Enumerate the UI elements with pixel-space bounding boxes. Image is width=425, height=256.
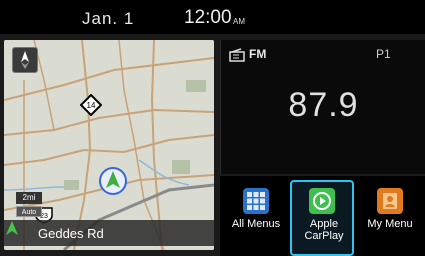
- status-bar: Jan. 1 12:00 AM: [0, 0, 425, 36]
- current-street-bar: Geddes Rd: [4, 220, 214, 246]
- vehicle-position-icon: [99, 167, 127, 195]
- apple-carplay-label: Apple CarPlay: [292, 218, 356, 242]
- clock-time: 12:00: [184, 7, 232, 28]
- clock-ampm: AM: [233, 17, 245, 26]
- carplay-icon: [309, 188, 335, 214]
- navigation-map[interactable]: 14 23 2mi Auto Geddes Rd: [4, 40, 214, 250]
- date-label: Jan. 1: [82, 9, 135, 28]
- radio-widget[interactable]: FM P1 87.9: [220, 40, 425, 174]
- my-menu-button[interactable]: My Menu: [358, 182, 422, 254]
- zoom-mode-button[interactable]: Auto: [16, 206, 42, 217]
- apple-carplay-button[interactable]: Apple CarPlay: [290, 180, 354, 256]
- radio-preset: P1: [376, 47, 391, 61]
- compass-icon: [21, 51, 29, 69]
- map-scale: 2mi Auto: [16, 192, 42, 220]
- radio-frequency: 87.9: [288, 86, 359, 124]
- all-menus-label: All Menus: [231, 218, 281, 230]
- app-shortcuts: All Menus Apple CarPlay My Menu: [220, 176, 425, 256]
- scale-value: 2mi: [16, 192, 42, 204]
- direction-arrow-icon: [6, 221, 18, 235]
- my-menu-icon: [377, 188, 403, 214]
- route-14-shield-icon: 14: [80, 94, 102, 116]
- radio-icon: [229, 48, 245, 62]
- compass-button[interactable]: [12, 47, 38, 73]
- svg-text:14: 14: [87, 101, 96, 110]
- all-menus-button[interactable]: All Menus: [224, 182, 288, 254]
- apple-carplay-label-line2: CarPlay: [304, 230, 344, 242]
- grid-icon: [243, 188, 269, 214]
- street-name: Geddes Rd: [38, 226, 104, 241]
- radio-band: FM: [249, 47, 267, 61]
- apple-carplay-label-line1: Apple: [309, 218, 339, 230]
- my-menu-label: My Menu: [367, 218, 413, 230]
